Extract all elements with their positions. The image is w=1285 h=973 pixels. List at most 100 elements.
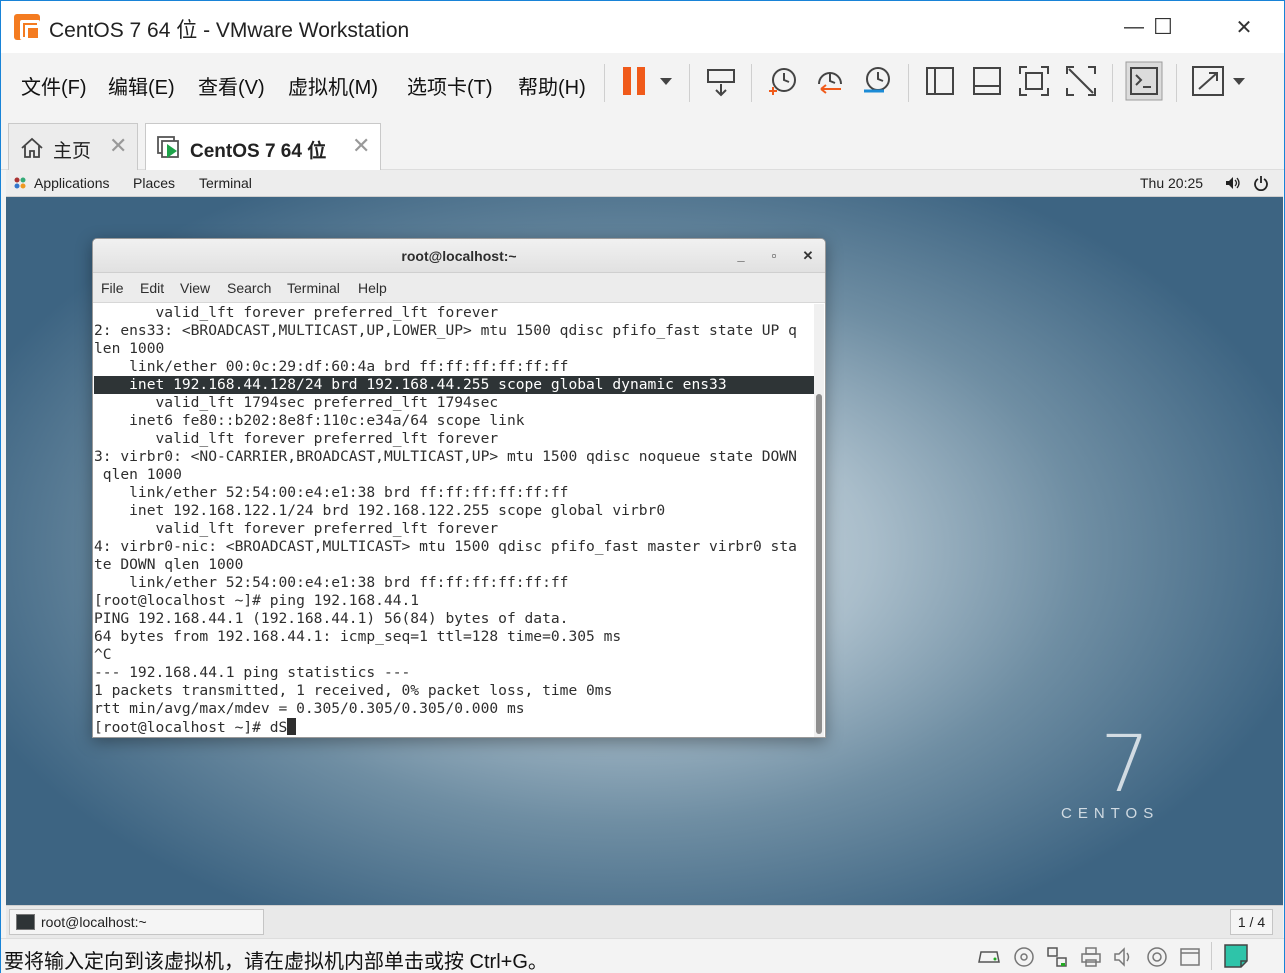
tab-centos-label: CentOS 7 64 位 — [190, 141, 327, 162]
menu-view[interactable]: 查看(V) — [198, 71, 265, 100]
taskbar-terminal-item[interactable]: root@localhost:~ — [9, 909, 264, 935]
terminal-line: inet 192.168.44.128/24 brd 192.168.44.25… — [94, 376, 814, 394]
workspace-indicator[interactable]: 1 / 4 — [1230, 909, 1273, 935]
terminal-line: [root@localhost ~]# ping 192.168.44.1 — [94, 592, 420, 609]
terminal-maximize-button[interactable]: ▫ — [763, 239, 785, 273]
terminal-line: qlen 1000 — [94, 466, 182, 483]
terminal-line: 64 bytes from 192.168.44.1: icmp_seq=1 t… — [94, 628, 622, 645]
full-screen-icon[interactable] — [1017, 64, 1051, 98]
terminal-line: ^C — [94, 646, 112, 663]
terminal-line: --- 192.168.44.1 ping statistics --- — [94, 664, 411, 681]
revert-snapshot-icon[interactable] — [813, 64, 847, 98]
terminal-line: valid_lft forever preferred_lft forever — [94, 430, 499, 447]
vm-running-icon — [157, 136, 179, 158]
suspend-icon[interactable] — [620, 64, 680, 98]
taskbar-item-label: root@localhost:~ — [41, 914, 147, 930]
terminal-line: link/ether 00:0c:29:df:60:4a brd ff:ff:f… — [94, 358, 569, 375]
menu-file[interactable]: 文件(F) — [21, 71, 87, 100]
terminal-line: [root@localhost ~]# dS — [94, 718, 814, 736]
terminal-minimize-button[interactable]: _ — [730, 239, 752, 273]
message-log-icon[interactable] — [1224, 944, 1248, 968]
title-bar: CentOS 7 64 位 - VMware Workstation — ☐ ✕ — [1, 1, 1284, 53]
status-message: 要将输入定向到该虚拟机，请在虚拟机内部单击或按 Ctrl+G。 — [4, 951, 548, 973]
thumbnail-bar-icon[interactable] — [970, 64, 1004, 98]
terminal-line: link/ether 52:54:00:e4:e1:38 brd ff:ff:f… — [94, 484, 569, 501]
home-icon — [21, 137, 43, 158]
window-title: CentOS 7 64 位 - VMware Workstation — [49, 19, 410, 42]
menu-tabs[interactable]: 选项卡(T) — [407, 71, 493, 100]
terminal-line: PING 192.168.44.1 (192.168.44.1) 56(84) … — [94, 610, 569, 627]
terminal-output[interactable]: valid_lft forever preferred_lft forever 2… — [94, 304, 814, 737]
terminal-scrollbar-thumb[interactable] — [816, 394, 822, 734]
gnome-clock[interactable]: Thu 20:25 — [1140, 175, 1203, 191]
network-adapter-icon[interactable] — [1046, 946, 1068, 968]
terminal-menu-terminal[interactable]: Terminal — [287, 280, 340, 296]
terminal-menu-bar: File Edit View Search Terminal Help — [93, 273, 825, 303]
gnome-places-menu[interactable]: Places — [133, 175, 175, 191]
close-button[interactable]: ✕ — [1221, 1, 1267, 53]
terminal-line: 3: virbr0: <NO-CARRIER,BROADCAST,MULTICA… — [94, 448, 797, 465]
display-icon[interactable] — [1179, 946, 1201, 968]
snapshot-manager-icon[interactable] — [860, 64, 894, 98]
terminal-line: valid_lft forever preferred_lft forever — [94, 304, 499, 321]
terminal-menu-search[interactable]: Search — [227, 280, 271, 296]
terminal-title: root@localhost:~ — [401, 248, 517, 264]
menu-edit[interactable]: 编辑(E) — [108, 71, 175, 100]
tab-centos[interactable]: CentOS 7 64 位 ✕ — [145, 123, 381, 170]
hard-disk-icon[interactable] — [978, 946, 1000, 968]
terminal-menu-help[interactable]: Help — [358, 280, 387, 296]
menu-vm[interactable]: 虚拟机(M) — [288, 71, 378, 100]
gnome-top-bar: Applications Places Terminal Thu 20:25 — [6, 170, 1283, 197]
terminal-line: valid_lft forever preferred_lft forever — [94, 520, 499, 537]
snapshot-icon[interactable] — [766, 64, 800, 98]
gnome-applications-menu[interactable]: Applications — [34, 175, 110, 191]
terminal-line: 4: virbr0-nic: <BROADCAST,MULTICAST> mtu… — [94, 538, 797, 555]
show-library-icon[interactable] — [923, 64, 957, 98]
gnome-foot-icon — [14, 177, 26, 189]
terminal-menu-edit[interactable]: Edit — [140, 280, 164, 296]
tab-home-close-icon[interactable]: ✕ — [109, 133, 127, 159]
tab-home[interactable]: 主页 ✕ — [8, 123, 138, 170]
volume-icon[interactable] — [1225, 175, 1241, 191]
terminal-window[interactable]: root@localhost:~ _ ▫ ✕ File Edit View Se… — [92, 238, 826, 738]
console-view-icon[interactable] — [1125, 61, 1163, 101]
terminal-line: valid_lft 1794sec preferred_lft 1794sec — [94, 394, 499, 411]
terminal-menu-file[interactable]: File — [101, 280, 124, 296]
terminal-line: 2: ens33: <BROADCAST,MULTICAST,UP,LOWER_… — [94, 322, 797, 339]
gnome-terminal-menu[interactable]: Terminal — [199, 175, 252, 191]
terminal-line: inet6 fe80::b202:8e8f:110c:e34a/64 scope… — [94, 412, 525, 429]
menu-help[interactable]: 帮助(H) — [518, 71, 586, 100]
vmware-logo-icon — [14, 14, 40, 40]
tab-bar: 主页 ✕ CentOS 7 64 位 ✕ — [1, 115, 1284, 170]
send-ctrl-alt-del-icon[interactable] — [704, 64, 738, 98]
terminal-line: len 1000 — [94, 340, 165, 357]
cd-dvd-icon[interactable] — [1013, 946, 1035, 968]
centos-logo: 7 CENTOS — [1061, 725, 1159, 822]
centos-logo-number: 7 — [1100, 720, 1150, 810]
tab-centos-close-icon[interactable]: ✕ — [352, 133, 370, 159]
stretch-guest-icon[interactable] — [1191, 64, 1251, 98]
unity-icon[interactable] — [1064, 64, 1098, 98]
vm-display[interactable]: Applications Places Terminal Thu 20:25 7… — [6, 170, 1283, 938]
terminal-line: te DOWN qlen 1000 — [94, 556, 244, 573]
terminal-titlebar[interactable]: root@localhost:~ _ ▫ ✕ — [93, 239, 825, 273]
tab-home-label: 主页 — [53, 141, 92, 162]
status-bar: 要将输入定向到该虚拟机，请在虚拟机内部单击或按 Ctrl+G。 — [1, 938, 1284, 973]
terminal-line: inet 192.168.122.1/24 brd 192.168.122.25… — [94, 502, 666, 519]
terminal-scrollbar[interactable] — [814, 304, 824, 737]
gnome-bottom-bar: root@localhost:~ 1 / 4 — [6, 905, 1283, 938]
terminal-icon — [16, 914, 35, 930]
terminal-menu-view[interactable]: View — [180, 280, 210, 296]
vmware-window: CentOS 7 64 位 - VMware Workstation — ☐ ✕… — [0, 0, 1285, 973]
printer-icon[interactable] — [1080, 946, 1102, 968]
terminal-close-button[interactable]: ✕ — [797, 239, 819, 273]
sound-card-icon[interactable] — [1113, 946, 1135, 968]
terminal-line: rtt min/avg/max/mdev = 0.305/0.305/0.305… — [94, 700, 525, 717]
terminal-line: link/ether 52:54:00:e4:e1:38 brd ff:ff:f… — [94, 574, 569, 591]
terminal-cursor — [287, 718, 297, 735]
power-icon[interactable] — [1253, 175, 1269, 191]
maximize-button[interactable]: ☐ — [1140, 1, 1186, 53]
terminal-line: 1 packets transmitted, 1 received, 0% pa… — [94, 682, 613, 699]
centos-logo-word: CENTOS — [1061, 805, 1160, 822]
usb-icon[interactable] — [1146, 946, 1168, 968]
